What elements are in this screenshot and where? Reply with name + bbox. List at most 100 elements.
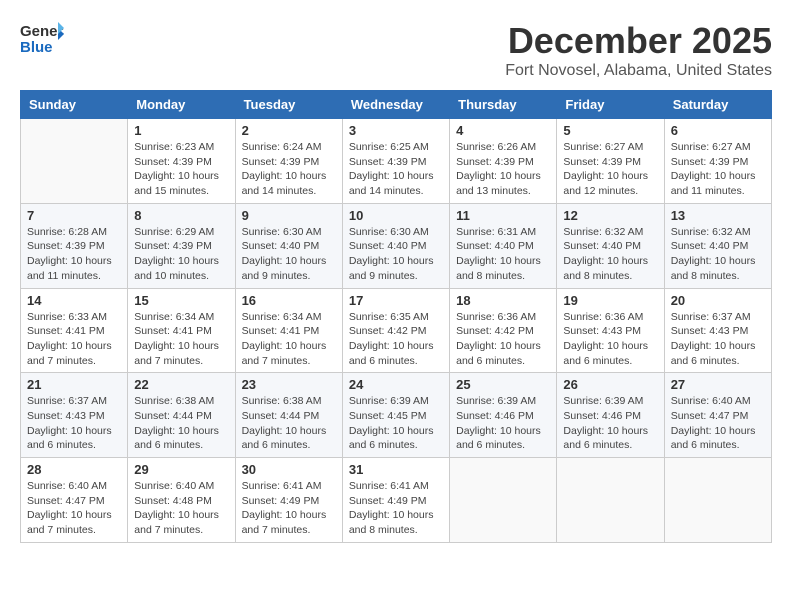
calendar-week-row: 28 Sunrise: 6:40 AM Sunset: 4:47 PM Dayli… bbox=[21, 458, 772, 543]
day-number: 28 bbox=[27, 462, 121, 477]
day-number: 23 bbox=[242, 377, 336, 392]
day-number: 10 bbox=[349, 208, 443, 223]
day-info: Sunrise: 6:37 AM Sunset: 4:43 PM Dayligh… bbox=[671, 310, 765, 369]
day-info: Sunrise: 6:27 AM Sunset: 4:39 PM Dayligh… bbox=[563, 140, 657, 199]
calendar-cell bbox=[450, 458, 557, 543]
day-number: 14 bbox=[27, 293, 121, 308]
day-info: Sunrise: 6:26 AM Sunset: 4:39 PM Dayligh… bbox=[456, 140, 550, 199]
calendar-cell: 6 Sunrise: 6:27 AM Sunset: 4:39 PM Daylig… bbox=[664, 119, 771, 204]
day-number: 16 bbox=[242, 293, 336, 308]
day-info: Sunrise: 6:39 AM Sunset: 4:46 PM Dayligh… bbox=[456, 394, 550, 453]
calendar-day-header: Tuesday bbox=[235, 91, 342, 119]
calendar-cell: 16 Sunrise: 6:34 AM Sunset: 4:41 PM Dayli… bbox=[235, 288, 342, 373]
calendar-cell: 28 Sunrise: 6:40 AM Sunset: 4:47 PM Dayli… bbox=[21, 458, 128, 543]
day-number: 19 bbox=[563, 293, 657, 308]
day-info: Sunrise: 6:37 AM Sunset: 4:43 PM Dayligh… bbox=[27, 394, 121, 453]
calendar-cell: 15 Sunrise: 6:34 AM Sunset: 4:41 PM Dayli… bbox=[128, 288, 235, 373]
day-number: 26 bbox=[563, 377, 657, 392]
calendar-cell: 23 Sunrise: 6:38 AM Sunset: 4:44 PM Dayli… bbox=[235, 373, 342, 458]
calendar-cell: 1Sunrise: 6:23 AM Sunset: 4:39 PM Daylig… bbox=[128, 119, 235, 204]
day-number: 24 bbox=[349, 377, 443, 392]
calendar-cell: 12Sunrise: 6:32 AM Sunset: 4:40 PM Dayli… bbox=[557, 203, 664, 288]
day-info: Sunrise: 6:41 AM Sunset: 4:49 PM Dayligh… bbox=[349, 479, 443, 538]
day-number: 29 bbox=[134, 462, 228, 477]
day-info: Sunrise: 6:29 AM Sunset: 4:39 PM Dayligh… bbox=[134, 225, 228, 284]
day-number: 3 bbox=[349, 123, 443, 138]
day-number: 18 bbox=[456, 293, 550, 308]
day-number: 30 bbox=[242, 462, 336, 477]
day-info: Sunrise: 6:28 AM Sunset: 4:39 PM Dayligh… bbox=[27, 225, 121, 284]
day-number: 6 bbox=[671, 123, 765, 138]
calendar-week-row: 7 Sunrise: 6:28 AM Sunset: 4:39 PM Daylig… bbox=[21, 203, 772, 288]
calendar-cell: 10 Sunrise: 6:30 AM Sunset: 4:40 PM Dayli… bbox=[342, 203, 449, 288]
calendar-cell: 22Sunrise: 6:38 AM Sunset: 4:44 PM Dayli… bbox=[128, 373, 235, 458]
svg-text:General: General bbox=[20, 23, 64, 40]
day-info: Sunrise: 6:23 AM Sunset: 4:39 PM Dayligh… bbox=[134, 140, 228, 199]
day-number: 15 bbox=[134, 293, 228, 308]
calendar-cell: 5Sunrise: 6:27 AM Sunset: 4:39 PM Daylig… bbox=[557, 119, 664, 204]
day-info: Sunrise: 6:36 AM Sunset: 4:43 PM Dayligh… bbox=[563, 310, 657, 369]
calendar-cell bbox=[21, 119, 128, 204]
day-info: Sunrise: 6:31 AM Sunset: 4:40 PM Dayligh… bbox=[456, 225, 550, 284]
day-number: 27 bbox=[671, 377, 765, 392]
day-info: Sunrise: 6:30 AM Sunset: 4:40 PM Dayligh… bbox=[349, 225, 443, 284]
calendar-cell: 7 Sunrise: 6:28 AM Sunset: 4:39 PM Daylig… bbox=[21, 203, 128, 288]
calendar-table: SundayMondayTuesdayWednesdayThursdayFrid… bbox=[20, 90, 772, 543]
day-number: 20 bbox=[671, 293, 765, 308]
day-info: Sunrise: 6:39 AM Sunset: 4:46 PM Dayligh… bbox=[563, 394, 657, 453]
month-title: December 2025 bbox=[505, 20, 772, 62]
day-info: Sunrise: 6:30 AM Sunset: 4:40 PM Dayligh… bbox=[242, 225, 336, 284]
day-info: Sunrise: 6:33 AM Sunset: 4:41 PM Dayligh… bbox=[27, 310, 121, 369]
logo: General Blue bbox=[20, 20, 64, 56]
calendar-week-row: 1Sunrise: 6:23 AM Sunset: 4:39 PM Daylig… bbox=[21, 119, 772, 204]
calendar-cell: 29Sunrise: 6:40 AM Sunset: 4:48 PM Dayli… bbox=[128, 458, 235, 543]
calendar-cell: 8 Sunrise: 6:29 AM Sunset: 4:39 PM Daylig… bbox=[128, 203, 235, 288]
calendar-day-header: Wednesday bbox=[342, 91, 449, 119]
day-info: Sunrise: 6:34 AM Sunset: 4:41 PM Dayligh… bbox=[242, 310, 336, 369]
day-number: 4 bbox=[456, 123, 550, 138]
day-info: Sunrise: 6:25 AM Sunset: 4:39 PM Dayligh… bbox=[349, 140, 443, 199]
day-info: Sunrise: 6:36 AM Sunset: 4:42 PM Dayligh… bbox=[456, 310, 550, 369]
day-number: 25 bbox=[456, 377, 550, 392]
day-info: Sunrise: 6:27 AM Sunset: 4:39 PM Dayligh… bbox=[671, 140, 765, 199]
calendar-cell: 17 Sunrise: 6:35 AM Sunset: 4:42 PM Dayli… bbox=[342, 288, 449, 373]
day-info: Sunrise: 6:34 AM Sunset: 4:41 PM Dayligh… bbox=[134, 310, 228, 369]
logo-icon: General Blue bbox=[20, 20, 64, 56]
page-header: General Blue December 2025 Fort Novosel,… bbox=[20, 20, 772, 80]
calendar-week-row: 14 Sunrise: 6:33 AM Sunset: 4:41 PM Dayli… bbox=[21, 288, 772, 373]
day-number: 7 bbox=[27, 208, 121, 223]
calendar-day-header: Friday bbox=[557, 91, 664, 119]
day-number: 31 bbox=[349, 462, 443, 477]
calendar-day-header: Sunday bbox=[21, 91, 128, 119]
calendar-day-header: Thursday bbox=[450, 91, 557, 119]
calendar-cell: 9 Sunrise: 6:30 AM Sunset: 4:40 PM Daylig… bbox=[235, 203, 342, 288]
day-info: Sunrise: 6:32 AM Sunset: 4:40 PM Dayligh… bbox=[563, 225, 657, 284]
calendar-cell: 18 Sunrise: 6:36 AM Sunset: 4:42 PM Dayli… bbox=[450, 288, 557, 373]
title-block: December 2025 Fort Novosel, Alabama, Uni… bbox=[505, 20, 772, 80]
calendar-cell: 11Sunrise: 6:31 AM Sunset: 4:40 PM Dayli… bbox=[450, 203, 557, 288]
day-info: Sunrise: 6:38 AM Sunset: 4:44 PM Dayligh… bbox=[134, 394, 228, 453]
calendar-cell: 26 Sunrise: 6:39 AM Sunset: 4:46 PM Dayli… bbox=[557, 373, 664, 458]
day-info: Sunrise: 6:38 AM Sunset: 4:44 PM Dayligh… bbox=[242, 394, 336, 453]
calendar-day-header: Saturday bbox=[664, 91, 771, 119]
day-number: 13 bbox=[671, 208, 765, 223]
calendar-cell: 25 Sunrise: 6:39 AM Sunset: 4:46 PM Dayli… bbox=[450, 373, 557, 458]
calendar-week-row: 21 Sunrise: 6:37 AM Sunset: 4:43 PM Dayli… bbox=[21, 373, 772, 458]
calendar-cell: 19 Sunrise: 6:36 AM Sunset: 4:43 PM Dayli… bbox=[557, 288, 664, 373]
location: Fort Novosel, Alabama, United States bbox=[505, 62, 772, 80]
calendar-cell: 13Sunrise: 6:32 AM Sunset: 4:40 PM Dayli… bbox=[664, 203, 771, 288]
day-number: 2 bbox=[242, 123, 336, 138]
day-number: 17 bbox=[349, 293, 443, 308]
day-number: 21 bbox=[27, 377, 121, 392]
day-info: Sunrise: 6:24 AM Sunset: 4:39 PM Dayligh… bbox=[242, 140, 336, 199]
calendar-cell: 24 Sunrise: 6:39 AM Sunset: 4:45 PM Dayli… bbox=[342, 373, 449, 458]
day-info: Sunrise: 6:35 AM Sunset: 4:42 PM Dayligh… bbox=[349, 310, 443, 369]
day-info: Sunrise: 6:40 AM Sunset: 4:47 PM Dayligh… bbox=[27, 479, 121, 538]
calendar-cell: 2 Sunrise: 6:24 AM Sunset: 4:39 PM Daylig… bbox=[235, 119, 342, 204]
day-number: 9 bbox=[242, 208, 336, 223]
day-info: Sunrise: 6:41 AM Sunset: 4:49 PM Dayligh… bbox=[242, 479, 336, 538]
day-info: Sunrise: 6:40 AM Sunset: 4:47 PM Dayligh… bbox=[671, 394, 765, 453]
calendar-cell: 27 Sunrise: 6:40 AM Sunset: 4:47 PM Dayli… bbox=[664, 373, 771, 458]
day-number: 8 bbox=[134, 208, 228, 223]
day-info: Sunrise: 6:39 AM Sunset: 4:45 PM Dayligh… bbox=[349, 394, 443, 453]
